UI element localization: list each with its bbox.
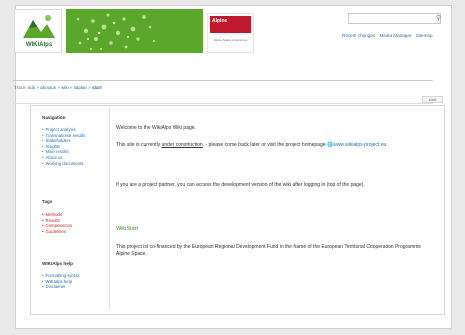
crumb-link[interactable]: itaplan — [74, 85, 87, 90]
tab-start[interactable]: start — [422, 96, 443, 103]
sidebar-divider — [109, 108, 110, 310]
trace-label: Trace: — [14, 85, 28, 90]
nav-list: • Project analysis • Transnational results… — [42, 127, 85, 166]
bullet-icon: • — [42, 138, 44, 144]
wikialps-logo[interactable]: WIKIAlps — [14, 9, 62, 53]
construction-mid: . - please come back later or visit the … — [202, 142, 327, 148]
breadcrumb: Trace: sub » aboutus » wiki » itaplan » … — [14, 85, 102, 90]
top-links: Recent changes Media Manager Sitemap — [339, 33, 433, 38]
bullet-icon: • — [42, 212, 44, 217]
alpine-space-logo[interactable]: Alpine Alpine Space programme — [207, 13, 254, 53]
bullet-icon: • — [42, 154, 44, 160]
mountain-icon — [23, 15, 55, 38]
bullet-icon: • — [42, 284, 44, 290]
crumb-current[interactable]: start — [92, 85, 102, 90]
bullet-icon: • — [42, 223, 44, 229]
bullet-icon: • — [42, 127, 44, 132]
help-list: • Formatting syntax • WIKIalps help • Discl… — [42, 273, 80, 290]
help-disclaimer[interactable]: • Disclaimer — [42, 284, 80, 290]
welcome-text: Welcome to the WikiAlps Wiki page. — [116, 125, 196, 131]
homepage-link[interactable]: www.wikialps-project.eu — [333, 142, 386, 148]
bullet-icon: • — [42, 217, 44, 223]
alpine-logo-title: Alpine — [212, 18, 228, 24]
search-input[interactable] — [348, 13, 441, 24]
bullet-icon: • — [42, 132, 44, 138]
bullet-icon: • — [42, 273, 44, 278]
bullet-icon: • — [42, 160, 44, 166]
wikistart-heading: WikiStart — [116, 226, 138, 232]
partner-note: If you are a project partner, you can ac… — [116, 182, 365, 188]
crumb-link[interactable]: wiki — [61, 85, 69, 90]
media-manager-link[interactable]: Media Manager — [379, 33, 411, 38]
construction-text: This site is currently under constructio… — [116, 142, 431, 149]
crumb-link[interactable]: aboutus — [40, 85, 56, 90]
under-construction-link[interactable]: under construction — [162, 142, 203, 148]
bullet-icon: • — [42, 149, 44, 155]
header-divider — [13, 80, 433, 81]
sidebar: Navigation • Project analysis • Transnatio… — [34, 108, 108, 308]
bullet-icon: • — [42, 278, 44, 284]
recent-changes-link[interactable]: Recent changes — [342, 33, 375, 38]
tags-list: • Methods • Results • Competences • Guidelin… — [42, 212, 72, 234]
logo-text: WIKIAlps — [25, 42, 53, 48]
content-divider — [13, 103, 433, 104]
bullet-icon: • — [42, 143, 44, 149]
alpine-logo-subtitle: Alpine Space programme — [213, 38, 248, 42]
construction-pre: This site is currently — [116, 142, 162, 148]
help-heading: WIKIAlps help — [42, 261, 73, 266]
nav-item-working-documents[interactable]: • Working documents — [42, 161, 85, 167]
crumb-link[interactable]: sub — [28, 85, 35, 90]
header-banner — [66, 9, 203, 53]
cofinance-text: This project ist co-financed by the Euro… — [116, 244, 422, 257]
sitemap-link[interactable]: Sitemap — [416, 33, 433, 38]
bullet-icon: • — [42, 228, 44, 234]
nav-heading: Navigation — [42, 115, 66, 120]
tags-heading: Tags — [42, 199, 53, 204]
search-icon[interactable]: ⚲ — [436, 13, 441, 24]
tag-guidelines[interactable]: • Guidelines — [42, 229, 72, 235]
